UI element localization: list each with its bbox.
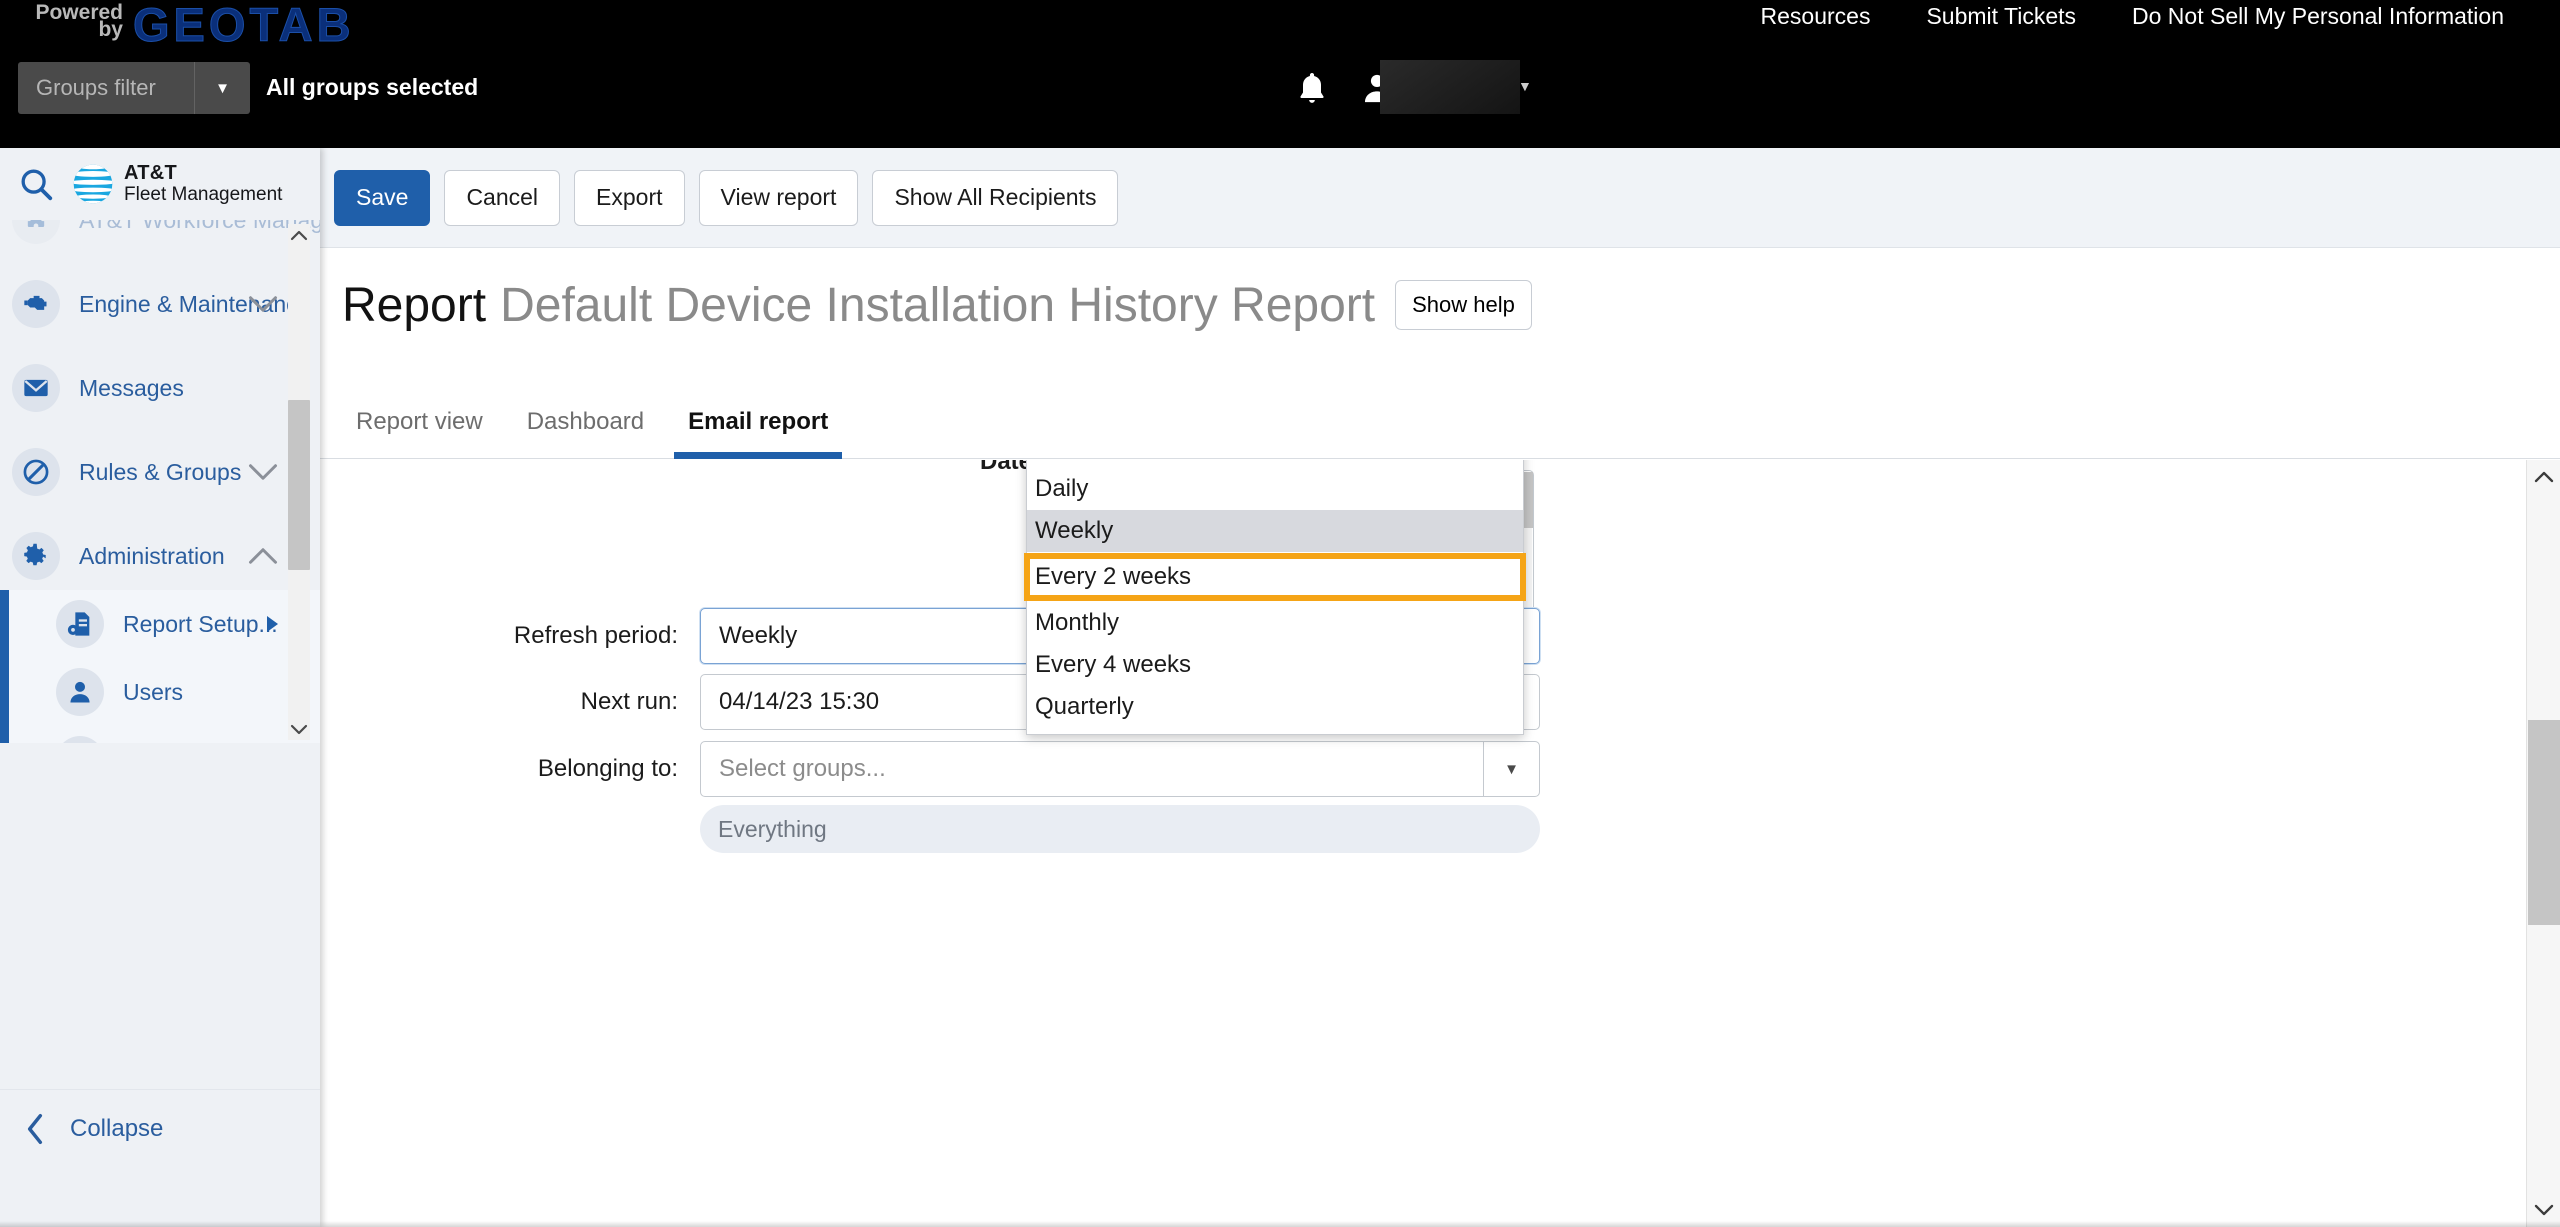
brand-line-1: AT&T	[124, 162, 178, 185]
sidebar-collapse-label: Collapse	[70, 1114, 164, 1142]
sidebar-collapse-button[interactable]: Collapse	[0, 1089, 320, 1167]
groups-filter-input[interactable]: Groups filter	[18, 62, 194, 114]
dropdown-option-monthly[interactable]: Monthly	[1027, 602, 1523, 644]
tab-email-report[interactable]: Email report	[666, 386, 850, 459]
next-run-value: 04/14/23 15:30	[719, 688, 880, 715]
user-icon	[56, 668, 104, 716]
report-toolbar: Save Cancel Export View report Show All …	[320, 148, 2560, 248]
dropdown-option-daily[interactable]: Daily	[1027, 468, 1523, 510]
no-entry-icon	[12, 448, 60, 496]
belonging-to-chip-row: Everything	[320, 805, 1540, 853]
page-title-row: Report Default Device Installation Histo…	[320, 249, 2560, 361]
refresh-period-dropdown[interactable]: Every 30 minutes Every hour Daily Weekly…	[1024, 460, 1526, 735]
refresh-period-label: Refresh period:	[513, 622, 678, 649]
tab-dashboard[interactable]: Dashboard	[505, 386, 666, 458]
sidebar-item-label: Report Setup...	[123, 610, 278, 637]
chevron-left-icon[interactable]	[0, 1113, 70, 1145]
main-content: Save Cancel Export View report Show All …	[320, 148, 2560, 1227]
sidebar-item-label: Users	[123, 678, 184, 705]
nav-link-resources[interactable]: Resources	[1733, 3, 1899, 30]
sidebar-item-label: Administration	[79, 542, 225, 569]
sidebar-bottom-fill	[0, 1167, 320, 1227]
page-title: Report	[342, 278, 487, 332]
sidebar-item-users[interactable]: Users	[0, 658, 320, 726]
left-sidebar: AT&T Fleet Management AT&T Workforce Man…	[0, 148, 320, 1227]
geotab-logo: GEOTAB	[133, 0, 355, 52]
powered-by-label: Powered by	[28, 2, 123, 40]
main-scrollbar[interactable]	[2526, 460, 2560, 1227]
chevron-down-icon[interactable]	[248, 463, 278, 481]
global-nav: Resources Submit Tickets Do Not Sell My …	[1733, 3, 2532, 30]
nav-link-submit-tickets[interactable]: Submit Tickets	[1898, 3, 2104, 30]
sidebar-scrollbar[interactable]	[288, 224, 310, 740]
engine-icon	[12, 280, 60, 328]
dropdown-option-every-2-weeks[interactable]: Every 2 weeks	[1024, 553, 1526, 601]
sidebar-item-engine-maintenance[interactable]: Engine & Maintenance	[0, 270, 320, 338]
sidebar-header: AT&T Fleet Management	[0, 148, 320, 220]
email-report-form: Date range: Refresh period: Weekly	[320, 460, 2560, 1227]
sidebar-search-button[interactable]	[0, 165, 72, 203]
brand-text: AT&T Fleet Management	[124, 162, 283, 205]
sidebar-item-label: Rules & Groups	[79, 458, 242, 485]
search-icon[interactable]	[17, 165, 55, 203]
chevron-up-icon[interactable]	[248, 547, 278, 565]
main-scroll-up-arrow-icon[interactable]	[2527, 460, 2560, 494]
all-groups-selected-label: All groups selected	[266, 74, 479, 100]
sidebar-item-workforce-manager[interactable]: AT&T Workforce Manager	[0, 220, 320, 254]
sidebar-item-messages[interactable]: Messages	[0, 354, 320, 422]
group-chip-everything[interactable]: Everything	[700, 805, 1540, 853]
show-all-recipients-button[interactable]: Show All Recipients	[872, 169, 1119, 226]
global-header: Powered by GEOTAB Resources Submit Ticke…	[0, 0, 2560, 148]
sidebar-item-label: Messages	[79, 374, 184, 401]
belonging-to-select[interactable]: Select groups... ▼	[700, 741, 1540, 797]
sidebar-item-administration[interactable]: Administration	[0, 522, 320, 590]
notifications-bell-icon[interactable]	[1294, 68, 1330, 108]
export-button[interactable]: Export	[574, 169, 685, 226]
groups-filter[interactable]: Groups filter ▼	[18, 62, 250, 114]
sidebar-item-rules-groups[interactable]: Rules & Groups	[0, 438, 320, 506]
groups-filter-caret-icon[interactable]: ▼	[194, 62, 250, 114]
belonging-to-caret-icon[interactable]: ▼	[1483, 742, 1539, 796]
puzzle-icon	[12, 220, 60, 244]
sidebar-item-system[interactable]: System...	[0, 726, 320, 743]
sidebar-scroll-up-arrow-icon[interactable]	[288, 224, 310, 246]
system-icon	[56, 736, 104, 743]
chevron-right-icon[interactable]	[267, 616, 278, 632]
tab-report-view[interactable]: Report view	[334, 386, 505, 458]
belonging-to-label: Belonging to:	[537, 755, 678, 782]
belonging-to-field: Belonging to: Select groups... ▼	[320, 741, 1540, 797]
chevron-down-icon[interactable]	[248, 295, 278, 313]
cancel-button[interactable]: Cancel	[444, 169, 561, 226]
gear-icon	[12, 532, 60, 580]
nav-link-do-not-sell[interactable]: Do Not Sell My Personal Information	[2104, 3, 2532, 30]
report-setup-icon	[56, 600, 104, 648]
dropdown-option-every-4-weeks[interactable]: Every 4 weeks	[1027, 644, 1523, 686]
sidebar-item-label: AT&T Workforce Manager	[79, 220, 320, 234]
next-run-label: Next run:	[580, 688, 678, 715]
belonging-to-placeholder[interactable]: Select groups...	[701, 742, 1483, 796]
sidebar-scrollbar-thumb[interactable]	[288, 400, 310, 570]
refresh-period-value: Weekly	[719, 622, 798, 649]
app-root: Powered by GEOTAB Resources Submit Ticke…	[0, 0, 2560, 1227]
att-fleet-brand: AT&T Fleet Management	[72, 163, 282, 205]
sidebar-scroll-down-arrow-icon[interactable]	[288, 718, 310, 740]
dropdown-option-quarterly[interactable]: Quarterly	[1027, 686, 1523, 728]
att-globe-icon	[73, 164, 113, 204]
main-scroll-down-arrow-icon[interactable]	[2527, 1193, 2560, 1227]
sidebar-nav-scroll: AT&T Workforce Manager Engine & Maintena…	[0, 220, 320, 743]
sidebar-item-report-setup[interactable]: Report Setup...	[0, 590, 320, 658]
envelope-icon	[12, 364, 60, 412]
save-button[interactable]: Save	[334, 169, 431, 226]
dropdown-option-weekly[interactable]: Weekly	[1027, 510, 1523, 552]
report-tabs: Report view Dashboard Email report	[320, 361, 2560, 459]
view-report-button[interactable]: View report	[698, 169, 859, 226]
main-scrollbar-thumb[interactable]	[2528, 720, 2560, 925]
brand-line-2: Fleet Management	[124, 183, 283, 205]
dropdown-option-every-hour[interactable]: Every hour	[1027, 460, 1523, 468]
group-chip-label: Everything	[718, 815, 827, 842]
show-help-button[interactable]: Show help	[1395, 280, 1532, 330]
page-title-subject: Default Device Installation History Repo…	[500, 278, 1376, 332]
user-name-redacted[interactable]	[1380, 60, 1520, 114]
user-menu-caret-icon[interactable]: ▼	[1518, 78, 1532, 94]
